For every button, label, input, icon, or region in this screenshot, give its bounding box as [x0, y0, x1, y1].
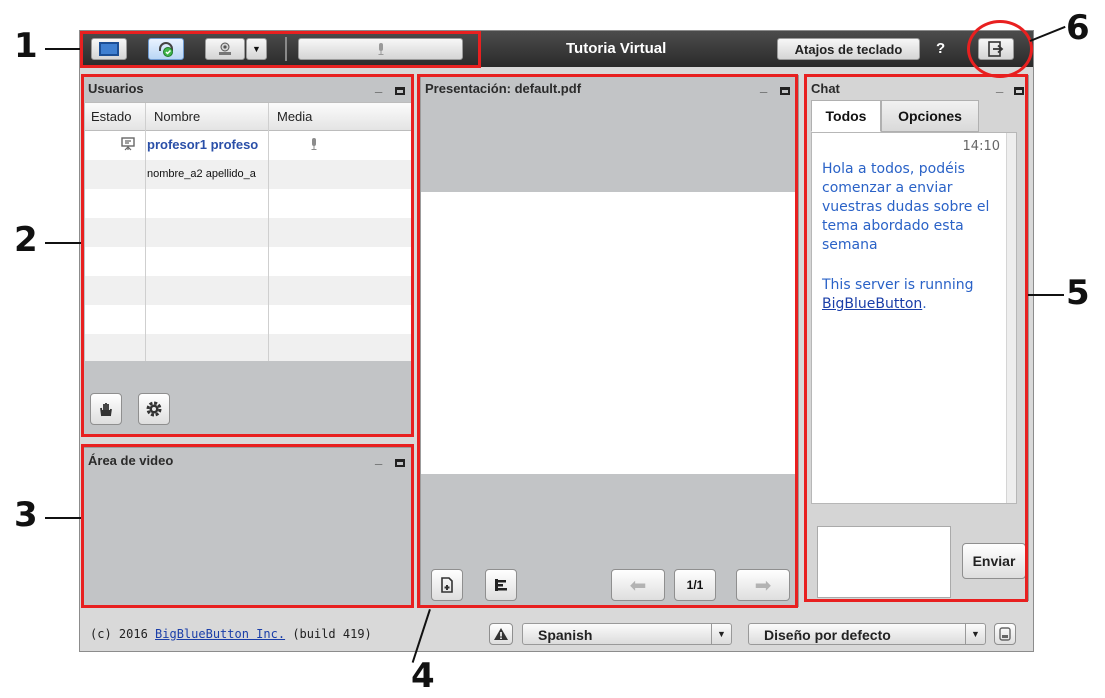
- highlight-box-presentation: [417, 74, 798, 608]
- leader-line-5: [1028, 294, 1064, 296]
- conference-title: Tutoria Virtual: [566, 40, 667, 57]
- build-number: (build 419): [292, 627, 372, 641]
- language-value: Spanish: [538, 627, 593, 643]
- warning-icon: [494, 628, 508, 640]
- highlight-circle-logout: [967, 20, 1033, 78]
- annotation-number-2: 2: [14, 220, 38, 260]
- chevron-down-icon: ▼: [711, 624, 731, 644]
- layout-lock-icon: [999, 627, 1011, 641]
- footer-bar: (c) 2016 BigBlueButton Inc. (build 419) …: [80, 615, 1033, 651]
- annotation-number-1: 1: [14, 26, 38, 66]
- lock-layout-button[interactable]: [994, 623, 1016, 645]
- leader-line-3: [45, 517, 81, 519]
- keyboard-shortcuts-button[interactable]: Atajos de teclado: [777, 38, 920, 60]
- copyright-text: (c) 2016 BigBlueButton Inc. (build 419): [90, 627, 372, 641]
- help-button[interactable]: ?: [936, 40, 945, 57]
- highlight-box-chat: [804, 74, 1028, 602]
- annotation-number-3: 3: [14, 495, 38, 535]
- chevron-down-icon: ▼: [965, 624, 985, 644]
- leader-line-6: [1029, 25, 1066, 42]
- highlight-box-video: [81, 444, 414, 608]
- annotation-number-4: 4: [411, 656, 435, 696]
- layout-select[interactable]: Diseño por defecto ▼: [748, 623, 986, 645]
- annotation-number-5: 5: [1066, 273, 1090, 313]
- annotation-number-6: 6: [1066, 8, 1090, 48]
- copyright-year: (c) 2016: [90, 627, 148, 641]
- report-issue-button[interactable]: [489, 623, 513, 645]
- highlight-box-users: [81, 74, 414, 437]
- leader-line-2: [45, 242, 81, 244]
- language-select[interactable]: Spanish ▼: [522, 623, 732, 645]
- leader-line-1: [45, 48, 80, 50]
- highlight-box-toolbar: [80, 31, 481, 68]
- bigbluebutton-inc-link[interactable]: BigBlueButton Inc.: [155, 627, 285, 641]
- layout-value: Diseño por defecto: [764, 627, 891, 643]
